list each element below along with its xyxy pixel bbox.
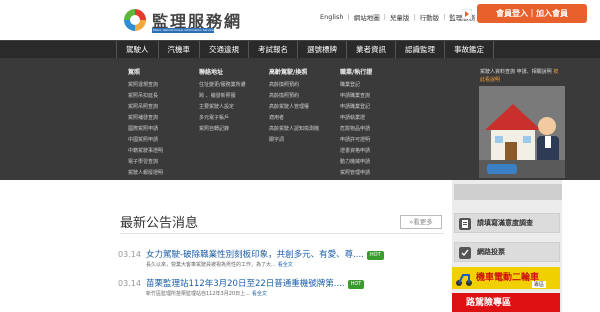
road-safety-banner-title: 路駕險專區 <box>466 298 512 308</box>
news-title: 苗栗監理站112年3月20日至22日普通重機號牌第.... <box>146 279 345 289</box>
promo-caption: 駕駛人資料查詢 申請、相關說明 <box>480 69 552 75</box>
right-sidebar: 請填寫滿意度調查 網路投票 機車電動二輪車 專區 路駕險專區 <box>452 180 562 312</box>
mega-link[interactable]: 適用者 <box>269 113 319 124</box>
e-scooter-banner-title: 機車電動二輪車 <box>476 273 540 283</box>
survey-button[interactable]: 請填寫滿意度調查 <box>454 213 560 233</box>
mega-column-license: 駕照 駕照違規查詢 駕照吊扣延長 駕照吊照查詢 駕照補發查詢 國際駕照申請 中國… <box>128 68 163 179</box>
section-divider <box>120 233 444 234</box>
mega-column-professional: 職業/執行證 職業登記 申請職業查詢 申請職業登記 申請執業證 危險物品申請 申… <box>340 68 372 179</box>
divider: | <box>347 13 350 21</box>
share-icon[interactable] <box>462 9 472 19</box>
news-title: 女力駕駛-破除職業性別刻板印象，共創多元、有愛、尊.... <box>146 250 364 260</box>
news-title-link[interactable]: 苗栗監理站112年3月20日至22日普通重機號牌第.... HOT <box>146 277 365 289</box>
hot-badge: HOT <box>347 280 365 289</box>
nav-item-driver[interactable]: 駕駛人 <box>116 41 159 59</box>
mega-column-address: 聯絡地址 住址變更/服務業所遷 跨 、補發新照服 主要駕駛人設定 多元電子帳戶 … <box>199 68 246 135</box>
toplink-kids[interactable]: 兒童版 <box>390 12 410 22</box>
mega-link[interactable]: 高齡駕駛人認知檢測機 <box>269 124 319 135</box>
news-date: 03.14 <box>118 279 141 288</box>
vote-button[interactable]: 網路投票 <box>454 242 560 262</box>
site-logo[interactable]: 監理服務網 Motor Vehicle Driver Information S… <box>122 7 250 35</box>
mega-link[interactable]: 主要駕駛人設定 <box>199 102 246 113</box>
mega-link[interactable]: 申請執業證 <box>340 113 372 124</box>
mega-column-senior: 高齡駕駛/換照 高齡換照預約 高齡換照預約 高齡駕駛人管理權 適用者 高齡駕駛人… <box>269 68 319 146</box>
mega-link[interactable]: 駕駛人報廢證明 <box>128 168 163 179</box>
sidebar-top-image <box>454 184 562 200</box>
e-scooter-banner[interactable]: 機車電動二輪車 專區 <box>452 267 560 289</box>
more-button[interactable]: »看更多 <box>400 215 442 229</box>
mega-link[interactable]: 高齡換照預約 <box>269 80 319 91</box>
mega-link[interactable]: 高齡駕駛人管理權 <box>269 102 319 113</box>
mega-menu: 駕照 駕照違規查詢 駕照吊扣延長 駕照吊照查詢 駕照補發查詢 國際駕照申請 中國… <box>0 58 600 180</box>
mega-link[interactable]: 高齡換照預約 <box>269 91 319 102</box>
vote-label: 網路投票 <box>477 248 505 256</box>
main-nav: 駕駛人 汽機車 交通違規 考試報名 選號標牌 業者資訊 認識監理 事故鑑定 <box>0 40 600 59</box>
nav-item-exam[interactable]: 考試報名 <box>249 41 298 59</box>
read-more-link[interactable]: 看全文 <box>252 291 267 297</box>
promo-text[interactable]: 駕駛人資料查詢 申請、相關說明 按此看說明 <box>480 68 560 84</box>
road-safety-banner[interactable]: 路駕險專區 <box>452 293 560 312</box>
survey-label: 請填寫滿意度調查 <box>477 219 533 227</box>
nav-item-violations[interactable]: 交通違規 <box>200 41 249 59</box>
mega-link[interactable]: 中國駕照申請 <box>128 135 163 146</box>
nav-item-business[interactable]: 業者資訊 <box>347 41 396 59</box>
toplink-english[interactable]: English <box>320 13 343 21</box>
mega-heading: 聯絡地址 <box>199 69 224 76</box>
nav-item-vehicle[interactable]: 汽機車 <box>159 41 200 59</box>
logo-subtitle: Motor Vehicle Driver Information Service <box>152 28 214 33</box>
mega-link[interactable]: 申請許可證明 <box>340 135 372 146</box>
e-scooter-banner-sub: 專區 <box>532 281 547 288</box>
vote-icon <box>459 247 471 259</box>
hot-badge: HOT <box>366 251 384 260</box>
site-header: 監理服務網 Motor Vehicle Driver Information S… <box>0 0 600 40</box>
mega-link[interactable]: 駕照吊照查詢 <box>128 102 163 113</box>
mega-link[interactable]: 申請職業查詢 <box>340 91 372 102</box>
scooter-icon <box>456 274 472 286</box>
mega-link[interactable]: 住址變更/服務業所遷 <box>199 80 246 91</box>
toplink-sitemap[interactable]: 網站地圖 <box>354 12 380 22</box>
news-summary: 新竹區監理所苗栗監理站自112年3月20日上... 看全文 <box>146 290 267 297</box>
section-title: 最新公告消息 <box>120 216 199 231</box>
more-button-label: 看更多 <box>413 218 433 226</box>
mega-link[interactable]: 多元電子帳戶 <box>199 113 246 124</box>
news-date: 03.14 <box>118 250 141 259</box>
mega-link[interactable]: 動力機械申請 <box>340 157 372 168</box>
mega-link[interactable]: 駕照自轉記錄 <box>199 124 246 135</box>
mega-link[interactable]: 駕照吊扣延長 <box>128 91 163 102</box>
mega-link[interactable]: 職業登記 <box>340 80 372 91</box>
news-title-link[interactable]: 女力駕駛-破除職業性別刻板印象，共創多元、有愛、尊.... HOT <box>146 248 384 260</box>
page: 監理服務網 Motor Vehicle Driver Information S… <box>0 0 600 312</box>
house-illustration-icon <box>479 86 565 178</box>
mega-link[interactable]: 跨 、補發新照服 <box>199 91 246 102</box>
survey-icon <box>459 218 471 230</box>
mega-link[interactable]: 國際駕照申請 <box>128 124 163 135</box>
mega-link[interactable]: 駕照管理申請 <box>340 168 372 179</box>
mega-link[interactable]: 電子學習查詢 <box>128 157 163 168</box>
news-summary: 長久以來，營業大客車駕駛員被視為男性的工作，為了大... 看全文 <box>146 261 293 268</box>
nav-item-about[interactable]: 認識監理 <box>396 41 445 59</box>
logo-mark-icon <box>123 8 147 32</box>
mega-link[interactable]: 危險物品申請 <box>340 124 372 135</box>
mega-link[interactable]: 駕照補發查詢 <box>128 113 163 124</box>
promo-illustration[interactable] <box>479 86 565 178</box>
nav-item-accident[interactable]: 事故鑑定 <box>445 41 494 59</box>
toplink-mobile[interactable]: 行動版 <box>420 12 440 22</box>
divider: | <box>443 13 446 21</box>
mega-heading: 高齡駕駛/換照 <box>269 69 308 76</box>
divider: | <box>383 13 386 21</box>
mega-link[interactable]: 證書資格申請 <box>340 146 372 157</box>
login-register-button[interactable]: 會員登入｜加入會員 <box>477 4 587 23</box>
mega-link[interactable]: 關字詞 <box>269 135 319 146</box>
mega-link[interactable]: 中籍駕駛事證明 <box>128 146 163 157</box>
mega-link[interactable]: 申請職業登記 <box>340 102 372 113</box>
mega-link[interactable]: 駕照違規查詢 <box>128 80 163 91</box>
divider: | <box>413 13 416 21</box>
news-desc: 長久以來，營業大客車駕駛員被視為男性的工作，為了大... <box>146 262 276 268</box>
news-desc: 新竹區監理所苗栗監理站自112年3月20日上... <box>146 291 250 297</box>
nav-item-plates[interactable]: 選號標牌 <box>298 41 347 59</box>
read-more-link[interactable]: 看全文 <box>278 262 293 268</box>
mega-heading: 駕照 <box>128 69 141 76</box>
mega-heading: 職業/執行證 <box>340 69 373 76</box>
